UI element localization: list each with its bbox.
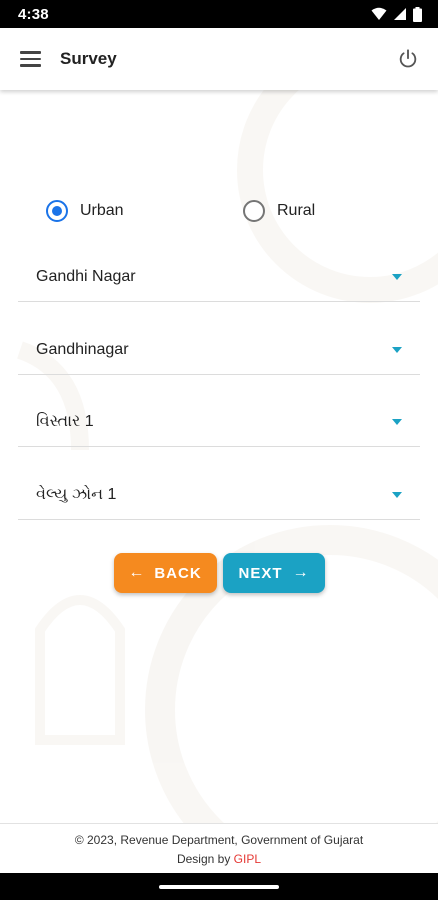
status-bar: 4:38 <box>0 0 438 28</box>
system-nav-bar <box>0 873 438 900</box>
taluka-dropdown[interactable]: Gandhinagar <box>18 325 420 375</box>
radio-urban-label: Urban <box>80 202 124 219</box>
radio-rural-label: Rural <box>277 202 316 219</box>
battery-icon <box>413 6 422 22</box>
survey-form: Urban Rural Gandhi Nagar Gandhinagar વિસ… <box>0 90 438 823</box>
arrow-right-icon: → <box>292 564 309 581</box>
arrow-left-icon: ← <box>128 564 145 581</box>
app-bar: Survey <box>0 28 438 90</box>
home-gesture-handle[interactable] <box>159 884 279 889</box>
footer-gipl-link[interactable]: GIPL <box>234 852 261 866</box>
back-button[interactable]: ← BACK <box>113 553 217 593</box>
status-icons <box>371 6 422 22</box>
district-dropdown-value: Gandhi Nagar <box>36 267 136 285</box>
caret-down-icon <box>392 346 402 353</box>
caret-down-icon <box>392 418 402 425</box>
footer-design-prefix: Design by <box>176 852 231 866</box>
status-time: 4:38 <box>18 5 49 23</box>
next-button-label: NEXT <box>238 564 283 582</box>
value-zone-dropdown-value: વેલ્યુ ઝોન 1 <box>36 485 117 503</box>
taluka-dropdown-value: Gandhinagar <box>36 340 129 358</box>
wifi-icon <box>371 7 387 20</box>
district-dropdown[interactable]: Gandhi Nagar <box>18 252 420 302</box>
back-button-label: BACK <box>154 564 202 582</box>
radio-urban[interactable]: Urban <box>46 200 243 222</box>
value-zone-dropdown[interactable]: વેલ્યુ ઝોન 1 <box>18 470 420 520</box>
footer: © 2023, Revenue Department, Government o… <box>0 823 438 873</box>
footer-design-credit: Design by GIPL <box>0 850 438 869</box>
navigation-buttons: ← BACK NEXT → <box>0 553 438 593</box>
caret-down-icon <box>392 273 402 280</box>
power-icon[interactable] <box>396 47 420 71</box>
hamburger-menu-icon[interactable] <box>20 47 44 71</box>
signal-icon <box>394 8 406 20</box>
next-button[interactable]: NEXT → <box>222 553 325 593</box>
area-dropdown[interactable]: વિસ્તાર 1 <box>18 397 420 447</box>
radio-rural-circle[interactable] <box>243 200 265 222</box>
radio-urban-circle[interactable] <box>46 200 68 222</box>
page-title: Survey <box>60 49 117 68</box>
footer-copyright: © 2023, Revenue Department, Government o… <box>74 833 364 847</box>
caret-down-icon <box>392 491 402 498</box>
area-type-radio-group: Urban Rural <box>46 200 418 222</box>
area-dropdown-value: વિસ્તાર 1 <box>36 412 94 430</box>
radio-rural[interactable]: Rural <box>243 200 315 222</box>
